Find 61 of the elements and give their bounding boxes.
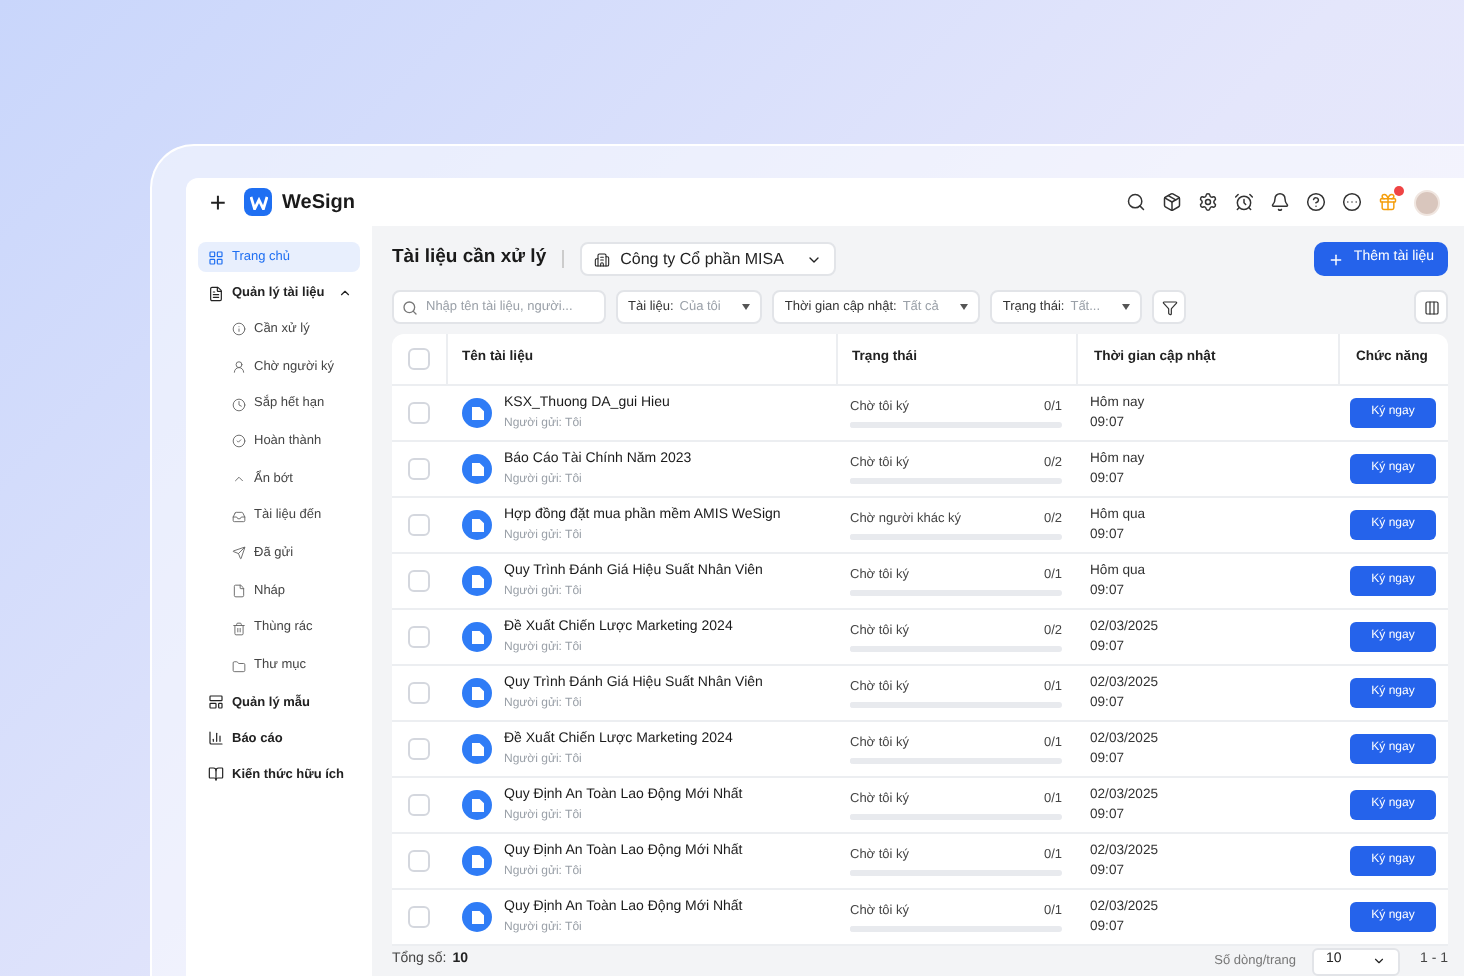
page-title: Tài liệu cần xử lý — [392, 244, 547, 273]
row-checkbox[interactable] — [408, 906, 430, 928]
send-icon — [232, 546, 246, 561]
info-icon — [232, 322, 246, 337]
bar-chart-icon — [208, 730, 224, 747]
document-icon — [462, 510, 492, 540]
gift-icon[interactable] — [1378, 192, 1398, 212]
settings-icon[interactable] — [1198, 192, 1218, 212]
document-icon — [462, 566, 492, 596]
search-icon[interactable] — [1126, 192, 1146, 212]
document-icon — [462, 846, 492, 876]
row-checkbox[interactable] — [408, 850, 430, 872]
document-icon — [462, 678, 492, 708]
caret-icon — [960, 304, 969, 310]
template-icon — [208, 694, 224, 711]
company-select[interactable]: Công ty Cổ phần MISA — [580, 242, 837, 276]
caret-icon — [1122, 304, 1131, 310]
help-icon[interactable] — [1306, 192, 1326, 212]
more-icon[interactable] — [1342, 192, 1362, 212]
check-circle-icon — [232, 434, 246, 449]
avatar[interactable] — [1414, 189, 1440, 215]
trash-icon — [232, 621, 246, 636]
bell-icon[interactable] — [1270, 192, 1290, 212]
book-icon — [208, 766, 224, 783]
row-checkbox[interactable] — [408, 682, 430, 704]
alarm-clock-icon[interactable] — [1234, 192, 1254, 212]
row-checkbox[interactable] — [408, 458, 430, 480]
filter-button[interactable] — [1152, 290, 1187, 324]
package-icon[interactable] — [1162, 192, 1182, 212]
clock-icon — [232, 397, 246, 412]
search-icon — [402, 299, 418, 315]
user-icon — [232, 360, 246, 375]
row-checkbox[interactable] — [408, 570, 430, 592]
document-icon — [462, 734, 492, 764]
document-icon — [462, 454, 492, 484]
row-checkbox[interactable] — [408, 348, 430, 370]
caret-icon — [742, 304, 751, 310]
plus-icon — [1327, 251, 1344, 267]
brand-name: WeSign — [282, 189, 355, 217]
document-icon — [462, 398, 492, 428]
row-checkbox[interactable] — [408, 794, 430, 816]
file-icon — [232, 584, 246, 599]
row-checkbox[interactable] — [408, 402, 430, 424]
filter-icon — [1161, 299, 1178, 315]
row-checkbox[interactable] — [408, 626, 430, 648]
chevron-down-icon — [1371, 954, 1386, 968]
document-icon — [462, 902, 492, 932]
row-checkbox[interactable] — [408, 738, 430, 760]
columns-button[interactable] — [1414, 290, 1448, 324]
logo-icon — [244, 188, 272, 216]
grid-icon — [208, 249, 224, 265]
new-button[interactable]: + — [206, 188, 230, 216]
folder-icon — [232, 659, 246, 674]
building-icon — [594, 251, 611, 267]
chevron-up-icon — [232, 472, 246, 487]
row-checkbox[interactable] — [408, 514, 430, 536]
columns-icon — [1423, 299, 1439, 315]
document-icon — [462, 790, 492, 820]
document-icon — [462, 622, 492, 652]
inbox-icon — [232, 509, 246, 524]
document-icon — [208, 285, 224, 301]
